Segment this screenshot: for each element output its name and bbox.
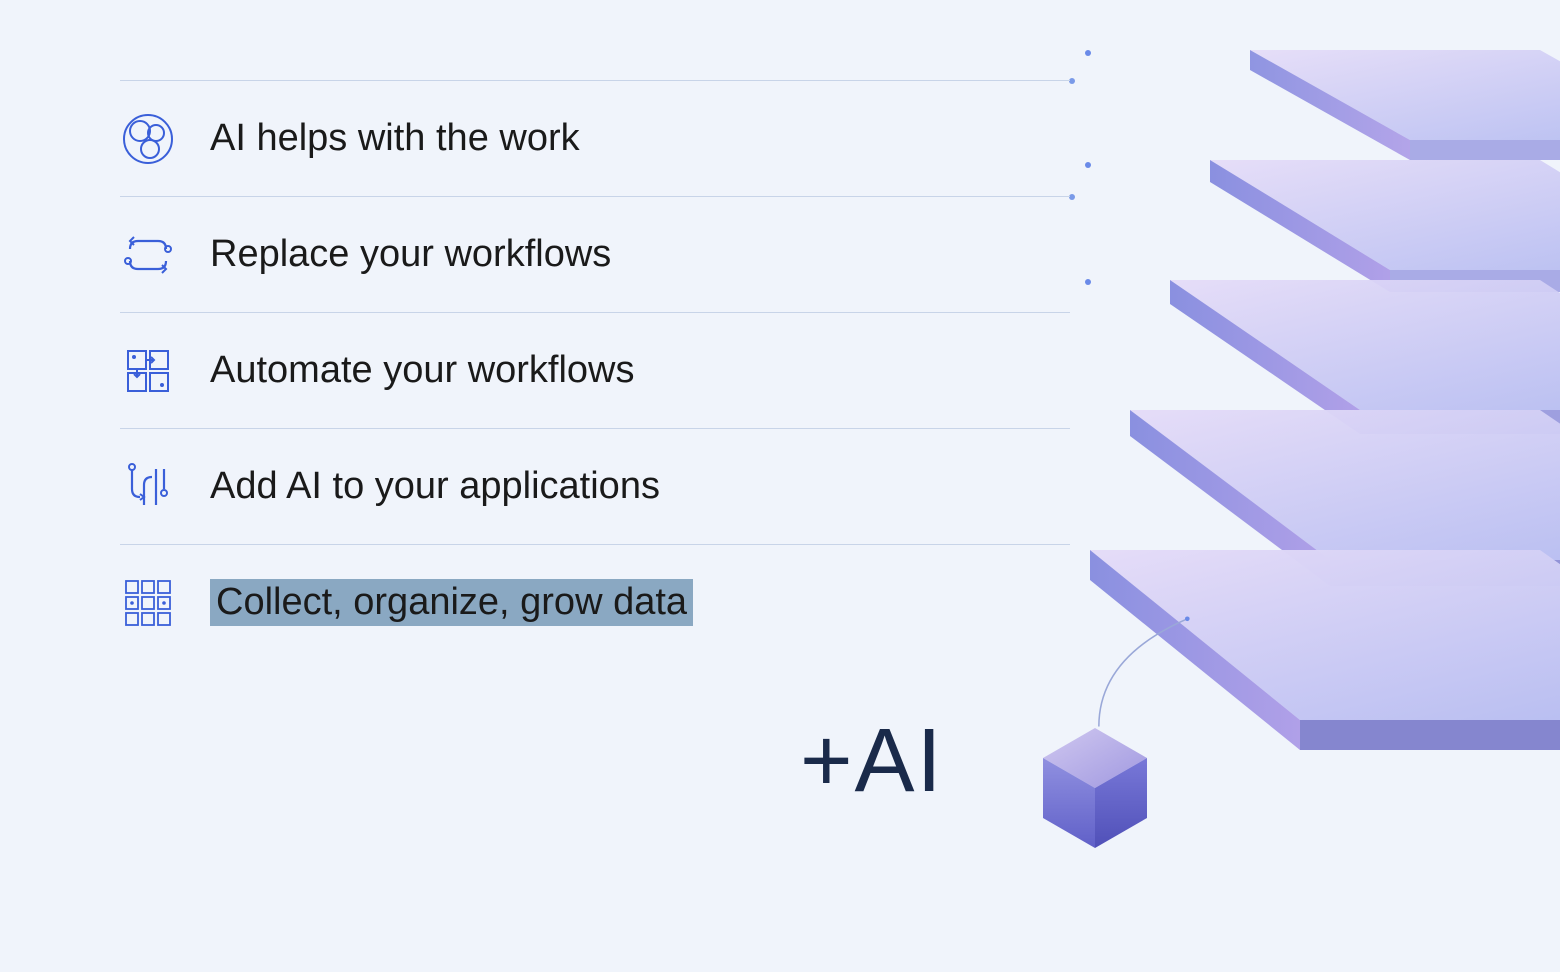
ai-helps-icon: [120, 111, 176, 167]
add-ai-icon: [120, 459, 176, 515]
row-label: Add AI to your applications: [210, 465, 660, 508]
row-add-ai: Add AI to your applications: [120, 428, 1070, 544]
plus-ai-label: +AI: [800, 710, 944, 813]
row-replace-workflows: Replace your workflows: [120, 196, 1070, 312]
ai-cube: [1035, 720, 1155, 860]
row-automate-workflows: Automate your workflows: [120, 312, 1070, 428]
row-label: Replace your workflows: [210, 233, 611, 276]
row-label: Automate your workflows: [210, 349, 635, 392]
collect-data-icon: [120, 575, 176, 631]
feature-list: AI helps with the work Replace your work…: [120, 80, 1070, 660]
replace-workflows-icon: [120, 227, 176, 283]
row-collect-data: Collect, organize, grow data: [120, 544, 1070, 660]
automate-workflows-icon: [120, 343, 176, 399]
row-label: Collect, organize, grow data: [210, 579, 693, 626]
row-label: AI helps with the work: [210, 117, 580, 160]
row-ai-helps: AI helps with the work: [120, 80, 1070, 196]
